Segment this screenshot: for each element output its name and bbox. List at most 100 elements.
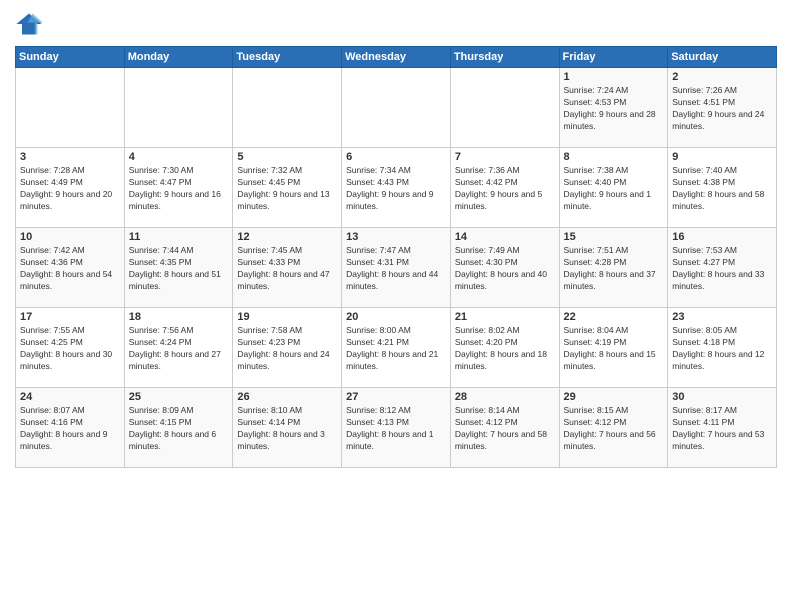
col-header-wednesday: Wednesday <box>342 47 451 68</box>
day-number: 13 <box>346 231 446 243</box>
day-number: 2 <box>672 71 772 83</box>
day-cell: 5 Sunrise: 7:32 AM Sunset: 4:45 PM Daylig… <box>233 148 342 228</box>
day-info: Sunrise: 7:53 AM Sunset: 4:27 PM Dayligh… <box>672 245 772 293</box>
day-number: 10 <box>20 231 120 243</box>
day-cell: 7Sunrise: 7:36 AM Sunset: 4:42 PM Daylig… <box>450 148 559 228</box>
day-info: Sunrise: 7:32 AM Sunset: 4:45 PM Dayligh… <box>237 165 337 213</box>
day-cell: 21 Sunrise: 8:02 AM Sunset: 4:20 PM Dayli… <box>450 308 559 388</box>
day-number: 28 <box>455 391 555 403</box>
week-row-1: 1 Sunrise: 7:24 AM Sunset: 4:53 PM Daylig… <box>16 68 777 148</box>
day-cell <box>16 68 125 148</box>
day-cell: 2 Sunrise: 7:26 AM Sunset: 4:51 PM Daylig… <box>668 68 777 148</box>
day-cell: 19 Sunrise: 7:58 AM Sunset: 4:23 PM Dayli… <box>233 308 342 388</box>
day-info: Sunrise: 8:17 AM Sunset: 4:11 PM Dayligh… <box>672 405 772 453</box>
day-cell <box>450 68 559 148</box>
day-cell: 1 Sunrise: 7:24 AM Sunset: 4:53 PM Daylig… <box>559 68 668 148</box>
day-number: 15 <box>564 231 664 243</box>
day-cell: 3 Sunrise: 7:28 AM Sunset: 4:49 PM Daylig… <box>16 148 125 228</box>
day-info: Sunrise: 7:24 AM Sunset: 4:53 PM Dayligh… <box>564 85 664 133</box>
day-cell: 28 Sunrise: 8:14 AM Sunset: 4:12 PM Dayli… <box>450 388 559 468</box>
day-cell: 17 Sunrise: 7:55 AM Sunset: 4:25 PM Dayli… <box>16 308 125 388</box>
day-number: 12 <box>237 231 337 243</box>
day-info: Sunrise: 8:12 AM Sunset: 4:13 PM Dayligh… <box>346 405 446 453</box>
day-cell: 26 Sunrise: 8:10 AM Sunset: 4:14 PM Dayli… <box>233 388 342 468</box>
day-number: 21 <box>455 311 555 323</box>
day-cell <box>124 68 233 148</box>
day-info: Sunrise: 7:26 AM Sunset: 4:51 PM Dayligh… <box>672 85 772 133</box>
day-number: 1 <box>564 71 664 83</box>
day-info: Sunrise: 8:05 AM Sunset: 4:18 PM Dayligh… <box>672 325 772 373</box>
day-info: Sunrise: 7:42 AM Sunset: 4:36 PM Dayligh… <box>20 245 120 293</box>
day-number: 26 <box>237 391 337 403</box>
day-info: Sunrise: 8:09 AM Sunset: 4:15 PM Dayligh… <box>129 405 229 453</box>
day-info: Sunrise: 7:34 AM Sunset: 4:43 PM Dayligh… <box>346 165 446 213</box>
day-number: 20 <box>346 311 446 323</box>
col-header-friday: Friday <box>559 47 668 68</box>
day-number: 18 <box>129 311 229 323</box>
day-number: 25 <box>129 391 229 403</box>
day-number: 5 <box>237 151 337 163</box>
day-info: Sunrise: 7:44 AM Sunset: 4:35 PM Dayligh… <box>129 245 229 293</box>
day-number: 17 <box>20 311 120 323</box>
col-header-saturday: Saturday <box>668 47 777 68</box>
day-info: Sunrise: 8:02 AM Sunset: 4:20 PM Dayligh… <box>455 325 555 373</box>
day-info: Sunrise: 7:45 AM Sunset: 4:33 PM Dayligh… <box>237 245 337 293</box>
day-cell: 10 Sunrise: 7:42 AM Sunset: 4:36 PM Dayli… <box>16 228 125 308</box>
day-number: 9 <box>672 151 772 163</box>
day-number: 16 <box>672 231 772 243</box>
day-cell: 13Sunrise: 7:47 AM Sunset: 4:31 PM Dayli… <box>342 228 451 308</box>
day-number: 14 <box>455 231 555 243</box>
day-info: Sunrise: 7:36 AM Sunset: 4:42 PM Dayligh… <box>455 165 555 213</box>
logo <box>15 10 45 38</box>
logo-icon <box>15 10 43 38</box>
col-header-monday: Monday <box>124 47 233 68</box>
day-cell: 9Sunrise: 7:40 AM Sunset: 4:38 PM Daylig… <box>668 148 777 228</box>
day-cell: 12 Sunrise: 7:45 AM Sunset: 4:33 PM Dayli… <box>233 228 342 308</box>
day-cell: 25 Sunrise: 8:09 AM Sunset: 4:15 PM Dayli… <box>124 388 233 468</box>
day-cell: 23 Sunrise: 8:05 AM Sunset: 4:18 PM Dayli… <box>668 308 777 388</box>
day-cell: 27 Sunrise: 8:12 AM Sunset: 4:13 PM Dayli… <box>342 388 451 468</box>
day-cell: 24 Sunrise: 8:07 AM Sunset: 4:16 PM Dayli… <box>16 388 125 468</box>
day-cell: 16 Sunrise: 7:53 AM Sunset: 4:27 PM Dayli… <box>668 228 777 308</box>
day-number: 11 <box>129 231 229 243</box>
day-cell: 18 Sunrise: 7:56 AM Sunset: 4:24 PM Dayli… <box>124 308 233 388</box>
day-number: 30 <box>672 391 772 403</box>
day-info: Sunrise: 7:58 AM Sunset: 4:23 PM Dayligh… <box>237 325 337 373</box>
day-info: Sunrise: 8:14 AM Sunset: 4:12 PM Dayligh… <box>455 405 555 453</box>
day-info: Sunrise: 8:15 AM Sunset: 4:12 PM Dayligh… <box>564 405 664 453</box>
day-cell: 4Sunrise: 7:30 AM Sunset: 4:47 PM Daylig… <box>124 148 233 228</box>
col-header-sunday: Sunday <box>16 47 125 68</box>
day-info: Sunrise: 8:10 AM Sunset: 4:14 PM Dayligh… <box>237 405 337 453</box>
day-cell: 22Sunrise: 8:04 AM Sunset: 4:19 PM Dayli… <box>559 308 668 388</box>
day-cell: 15 Sunrise: 7:51 AM Sunset: 4:28 PM Dayli… <box>559 228 668 308</box>
day-number: 4 <box>129 151 229 163</box>
day-cell: 20Sunrise: 8:00 AM Sunset: 4:21 PM Dayli… <box>342 308 451 388</box>
day-number: 3 <box>20 151 120 163</box>
day-cell: 14 Sunrise: 7:49 AM Sunset: 4:30 PM Dayli… <box>450 228 559 308</box>
day-cell: 30 Sunrise: 8:17 AM Sunset: 4:11 PM Dayli… <box>668 388 777 468</box>
day-cell <box>233 68 342 148</box>
week-row-3: 10 Sunrise: 7:42 AM Sunset: 4:36 PM Dayli… <box>16 228 777 308</box>
day-number: 27 <box>346 391 446 403</box>
week-row-2: 3 Sunrise: 7:28 AM Sunset: 4:49 PM Daylig… <box>16 148 777 228</box>
day-info: Sunrise: 7:49 AM Sunset: 4:30 PM Dayligh… <box>455 245 555 293</box>
day-number: 19 <box>237 311 337 323</box>
day-info: Sunrise: 7:55 AM Sunset: 4:25 PM Dayligh… <box>20 325 120 373</box>
day-cell: 6 Sunrise: 7:34 AM Sunset: 4:43 PM Daylig… <box>342 148 451 228</box>
day-number: 24 <box>20 391 120 403</box>
day-number: 22 <box>564 311 664 323</box>
day-cell: 29Sunrise: 8:15 AM Sunset: 4:12 PM Dayli… <box>559 388 668 468</box>
day-number: 8 <box>564 151 664 163</box>
day-number: 6 <box>346 151 446 163</box>
day-cell: 11 Sunrise: 7:44 AM Sunset: 4:35 PM Dayli… <box>124 228 233 308</box>
col-header-thursday: Thursday <box>450 47 559 68</box>
day-info: Sunrise: 8:07 AM Sunset: 4:16 PM Dayligh… <box>20 405 120 453</box>
day-info: Sunrise: 7:51 AM Sunset: 4:28 PM Dayligh… <box>564 245 664 293</box>
day-info: Sunrise: 7:56 AM Sunset: 4:24 PM Dayligh… <box>129 325 229 373</box>
day-number: 23 <box>672 311 772 323</box>
day-info: Sunrise: 7:28 AM Sunset: 4:49 PM Dayligh… <box>20 165 120 213</box>
header <box>15 10 777 38</box>
header-row: SundayMondayTuesdayWednesdayThursdayFrid… <box>16 47 777 68</box>
col-header-tuesday: Tuesday <box>233 47 342 68</box>
calendar-table: SundayMondayTuesdayWednesdayThursdayFrid… <box>15 46 777 468</box>
